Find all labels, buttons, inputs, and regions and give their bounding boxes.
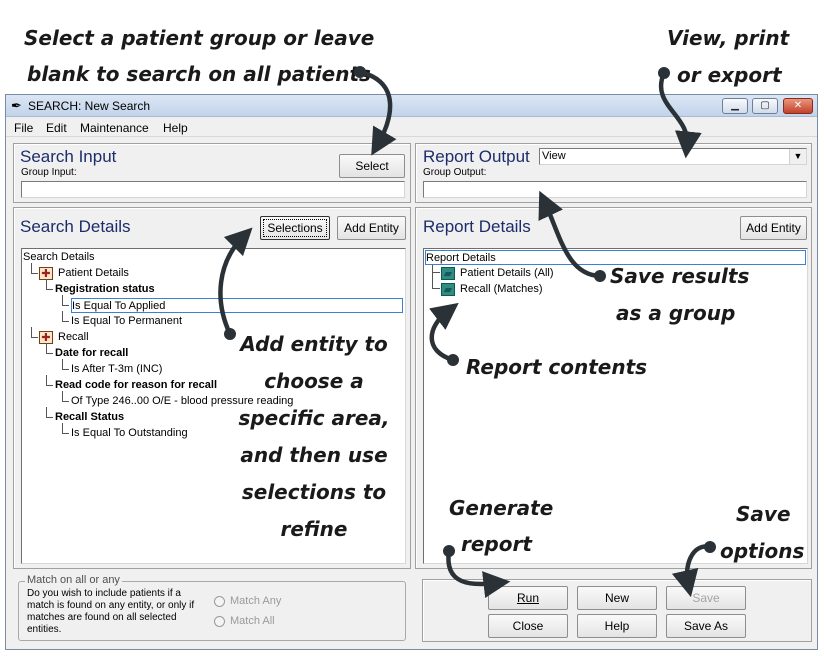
- arrow-to-view-combo: [658, 70, 702, 159]
- arrow-origin-dot: [447, 354, 459, 366]
- arrow-origin-dot: [704, 541, 716, 553]
- arrow-origin-dot: [224, 328, 236, 340]
- arrow-origin-dot: [354, 66, 366, 78]
- arrow-origin-dot: [594, 270, 606, 282]
- arrow-origin-dot: [658, 67, 670, 79]
- arrow-to-selections: [218, 227, 253, 337]
- arrow-to-select: [357, 69, 397, 156]
- annotation-arrows: [218, 66, 716, 598]
- arrow-origin-dot: [443, 545, 455, 557]
- arrow-to-save: [671, 544, 713, 598]
- arrow-to-group-output: [538, 190, 603, 279]
- arrow-to-run: [446, 548, 511, 598]
- arrow-to-report-items: [429, 302, 459, 363]
